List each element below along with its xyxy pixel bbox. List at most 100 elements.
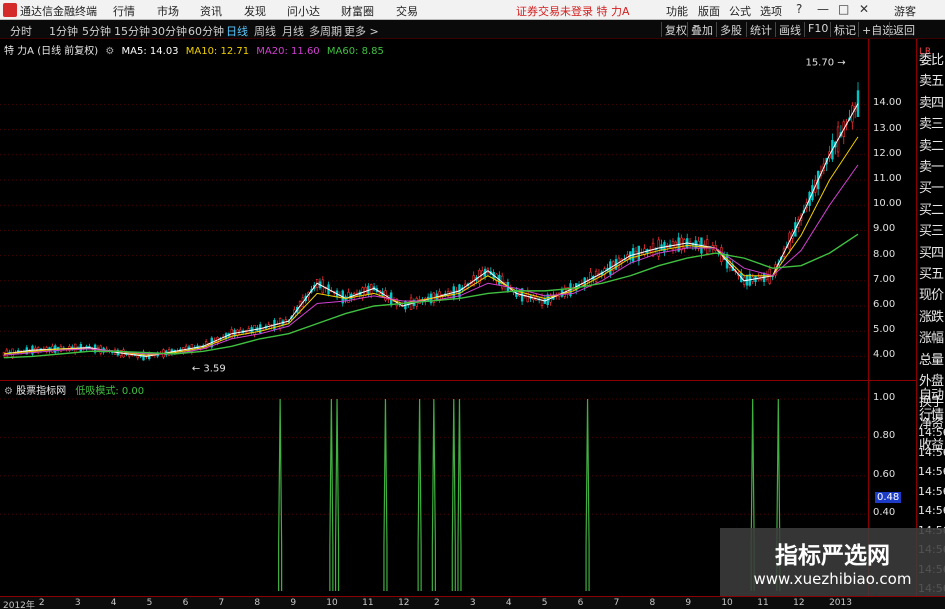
date-tick: 2	[434, 598, 440, 608]
ma5-label: MA5: 14.03	[121, 46, 179, 57]
side-bottom-item[interactable]: 行情	[919, 404, 945, 423]
price-tick: 8.00	[873, 248, 896, 260]
side-item[interactable]: 卖四	[919, 92, 945, 111]
user-label[interactable]: 游客	[894, 3, 916, 19]
date-tick: 5	[146, 598, 153, 608]
ma60-label: MA60: 8.85	[326, 46, 384, 57]
signal-spike	[417, 398, 422, 591]
price-tick: 10.00	[873, 198, 902, 210]
watermark-url: www.xuezhibiao.com	[753, 570, 912, 588]
login-warning: 证券交易未登录 特 力A	[516, 5, 630, 18]
menu-layout[interactable]: 版面	[698, 3, 720, 19]
indicator-tick: 0.40	[873, 507, 896, 519]
price-tick: 11.00	[873, 173, 902, 184]
tab-30min[interactable]: 30分钟	[151, 23, 187, 39]
app-logo-icon	[3, 3, 17, 17]
side-item[interactable]: 卖一	[919, 156, 945, 175]
side-item[interactable]: 卖二	[919, 135, 945, 154]
price-tick: 9.00	[873, 223, 896, 235]
maximize-icon[interactable]: □	[838, 2, 849, 16]
indicator-name: 股票指标网	[16, 386, 67, 397]
side-bottom-item[interactable]: 自动	[919, 384, 945, 403]
mark-button[interactable]: 标记	[830, 22, 859, 37]
date-tick: 8	[649, 598, 656, 608]
ma-line-ma10	[3, 136, 859, 356]
date-tick: 11	[362, 598, 374, 608]
date-tick: 8	[254, 598, 261, 608]
restore-rights-button[interactable]: 复权	[661, 22, 690, 37]
signal-spike	[383, 398, 388, 591]
price-tick: 14.00	[873, 97, 902, 109]
date-axis: 2012年 2 3 4 5 6 7 8 9 10 11 12 2 3 4 5 6 7 8 9 10 11 12 2013	[0, 596, 945, 609]
back-button[interactable]: 返回	[889, 22, 918, 37]
date-tick: 2012年	[3, 601, 35, 609]
side-item[interactable]: 卖三	[919, 113, 945, 132]
menu-options[interactable]: 选项	[760, 3, 782, 19]
tab-daily[interactable]: 日线	[226, 23, 248, 39]
settings-icon[interactable]: ⚙	[105, 46, 114, 57]
indicator-tick: 1.00	[873, 392, 896, 403]
statistics-button[interactable]: 统计	[746, 22, 775, 37]
order-panel: L R 委比 卖五 卖四 卖三 卖二 卖一 买一 买二 买三 买四 买五 现价 涨跌 涨幅 总量 外盘 换手 净资…	[916, 39, 945, 596]
date-tick: 9	[290, 598, 297, 608]
stock-label: 特 力A (日线 前复权)	[4, 46, 99, 57]
date-tick: 5	[541, 598, 548, 608]
price-tick: 6.00	[873, 299, 896, 310]
date-tick: 4	[110, 598, 117, 608]
close-icon[interactable]: ✕	[859, 2, 869, 16]
side-item[interactable]: 现价	[919, 284, 945, 303]
price-chart[interactable]: 15.70 → ← 3.59	[0, 39, 868, 380]
tab-intraday[interactable]: 分时	[10, 23, 32, 39]
side-item[interactable]: 涨跌	[919, 306, 945, 325]
trade-time: 14:56	[918, 445, 945, 459]
minimize-icon[interactable]: —	[817, 2, 829, 16]
draw-line-button[interactable]: 画线	[775, 22, 804, 37]
overlay-button[interactable]: 叠加	[687, 22, 716, 37]
date-tick: 10	[326, 598, 338, 608]
menu-trade[interactable]: 交易	[396, 3, 418, 19]
indicator-mode: 低吸模式: 0.00	[75, 386, 145, 397]
price-axis: 4.00 5.00 6.00 7.00 8.00 9.00 10.00 11.00 12.00 1…	[868, 39, 916, 380]
tab-1min[interactable]: 1分钟	[49, 23, 78, 39]
price-tick: 4.00	[873, 349, 896, 361]
watermark: 指标严选网 www.xuezhibiao.com	[720, 528, 945, 596]
menu-discover[interactable]: 发现	[244, 3, 266, 19]
help-icon[interactable]: ?	[796, 2, 802, 16]
side-item[interactable]: 买四	[919, 242, 945, 261]
menu-market[interactable]: 市场	[157, 3, 179, 19]
tab-monthly[interactable]: 月线	[282, 23, 304, 39]
menu-news[interactable]: 资讯	[200, 3, 222, 19]
menu-quotes[interactable]: 行情	[113, 3, 135, 19]
menu-function[interactable]: 功能	[666, 3, 688, 19]
low-price-label: ← 3.59	[192, 364, 226, 375]
menu-ask[interactable]: 问小达	[287, 3, 320, 19]
tab-15min[interactable]: 15分钟	[114, 23, 150, 39]
trade-time: 14:56	[918, 504, 945, 517]
period-toolbar: 分时 1分钟 5分钟 15分钟 30分钟 60分钟 日线 周线 月线 多周期 更…	[0, 20, 945, 39]
f10-button[interactable]: F10	[804, 22, 831, 37]
tab-5min[interactable]: 5分钟	[82, 23, 111, 39]
side-item[interactable]: 卖五	[919, 70, 945, 89]
menu-wealth[interactable]: 财富圈	[341, 3, 374, 19]
side-item[interactable]: 涨幅	[919, 327, 945, 346]
trade-time: 14:56	[918, 426, 945, 439]
multi-stock-button[interactable]: 多股	[716, 22, 745, 37]
date-tick: 10	[721, 598, 733, 608]
tab-weekly[interactable]: 周线	[254, 23, 276, 39]
date-tick: 12	[398, 598, 410, 608]
tab-multi-period[interactable]: 多周期	[309, 23, 342, 39]
trade-time: 14:56	[918, 465, 945, 478]
menu-formula[interactable]: 公式	[729, 3, 751, 19]
indicator-settings-icon[interactable]: ⚙	[4, 386, 13, 397]
side-item[interactable]: 买三	[919, 220, 945, 239]
indicator-legend: ⚙ 股票指标网 低吸模式: 0.00	[4, 382, 144, 397]
date-tick: 7	[218, 598, 225, 608]
tab-60min[interactable]: 60分钟	[188, 23, 224, 39]
side-item[interactable]: 买一	[919, 177, 945, 196]
signal-spike	[431, 398, 436, 591]
side-item[interactable]: 买五	[919, 263, 945, 282]
side-item[interactable]: 买二	[919, 199, 945, 218]
tab-more[interactable]: 更多 >	[344, 23, 379, 39]
side-item[interactable]: 总量	[919, 349, 945, 368]
side-item[interactable]: 委比	[919, 49, 945, 68]
